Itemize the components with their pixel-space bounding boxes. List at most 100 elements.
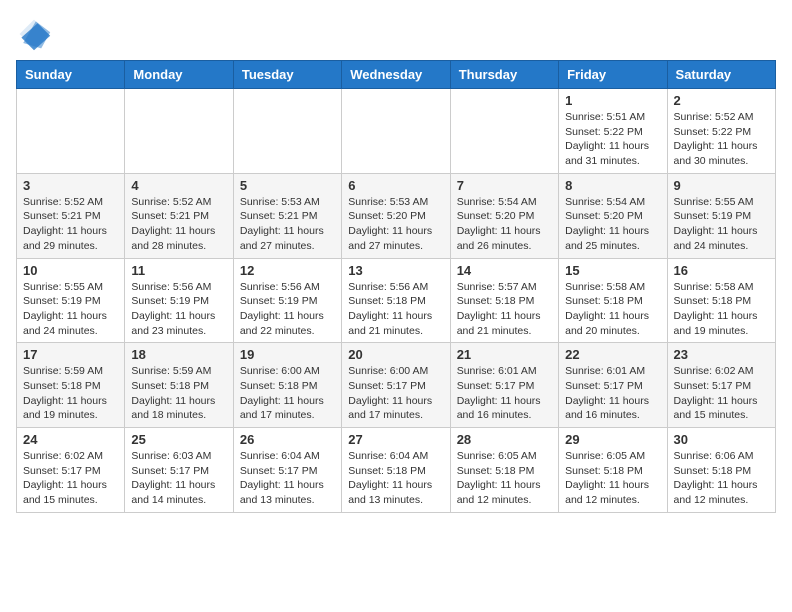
day-header-thursday: Thursday (450, 61, 558, 89)
week-row-2: 3Sunrise: 5:52 AM Sunset: 5:21 PM Daylig… (17, 173, 776, 258)
day-info: Sunrise: 5:58 AM Sunset: 5:18 PM Dayligh… (565, 280, 660, 339)
calendar-cell: 18 Sunrise: 5:59 AM Sunset: 5:18 PM Dayli… (125, 343, 233, 428)
day-info: Sunrise: 5:59 AM Sunset: 5:18 PM Dayligh… (23, 364, 118, 423)
day-info: Sunrise: 5:55 AM Sunset: 5:19 PM Dayligh… (23, 280, 118, 339)
day-number: 18 (131, 347, 226, 362)
day-number: 1 (565, 93, 660, 108)
calendar-cell: 4 Sunrise: 5:52 AM Sunset: 5:21 PM Daylig… (125, 173, 233, 258)
week-row-3: 10 Sunrise: 5:55 AM Sunset: 5:19 PM Dayli… (17, 258, 776, 343)
day-number: 19 (240, 347, 335, 362)
calendar-cell: 9 Sunrise: 5:55 AM Sunset: 5:19 PM Daylig… (667, 173, 775, 258)
calendar-cell: 14Sunrise: 5:57 AM Sunset: 5:18 PM Dayli… (450, 258, 558, 343)
day-number: 9 (674, 178, 769, 193)
calendar-body: 1Sunrise: 5:51 AM Sunset: 5:22 PM Daylig… (17, 89, 776, 513)
calendar-cell: 20 Sunrise: 6:00 AM Sunset: 5:17 PM Dayli… (342, 343, 450, 428)
logo-icon (16, 16, 52, 52)
day-number: 12 (240, 263, 335, 278)
day-number: 28 (457, 432, 552, 447)
calendar-cell: 22 Sunrise: 6:01 AM Sunset: 5:17 PM Dayli… (559, 343, 667, 428)
calendar-cell: 11 Sunrise: 5:56 AM Sunset: 5:19 PM Dayli… (125, 258, 233, 343)
calendar-cell (17, 89, 125, 174)
day-number: 30 (674, 432, 769, 447)
day-number: 17 (23, 347, 118, 362)
day-number: 10 (23, 263, 118, 278)
day-number: 11 (131, 263, 226, 278)
calendar-cell: 13 Sunrise: 5:56 AM Sunset: 5:18 PM Dayli… (342, 258, 450, 343)
calendar-cell: 26Sunrise: 6:04 AM Sunset: 5:17 PM Dayli… (233, 428, 341, 513)
day-info: Sunrise: 6:06 AM Sunset: 5:18 PM Dayligh… (674, 449, 769, 508)
calendar-cell: 30 Sunrise: 6:06 AM Sunset: 5:18 PM Dayli… (667, 428, 775, 513)
day-info: Sunrise: 6:01 AM Sunset: 5:17 PM Dayligh… (457, 364, 552, 423)
day-info: Sunrise: 5:52 AM Sunset: 5:22 PM Dayligh… (674, 110, 769, 169)
day-header-saturday: Saturday (667, 61, 775, 89)
day-info: Sunrise: 5:55 AM Sunset: 5:19 PM Dayligh… (674, 195, 769, 254)
day-number: 16 (674, 263, 769, 278)
day-info: Sunrise: 5:56 AM Sunset: 5:19 PM Dayligh… (131, 280, 226, 339)
day-header-friday: Friday (559, 61, 667, 89)
day-number: 15 (565, 263, 660, 278)
calendar-cell: 17 Sunrise: 5:59 AM Sunset: 5:18 PM Dayli… (17, 343, 125, 428)
day-number: 22 (565, 347, 660, 362)
calendar-cell: 12 Sunrise: 5:56 AM Sunset: 5:19 PM Dayli… (233, 258, 341, 343)
calendar-cell: 8 Sunrise: 5:54 AM Sunset: 5:20 PM Daylig… (559, 173, 667, 258)
day-number: 2 (674, 93, 769, 108)
day-header-sunday: Sunday (17, 61, 125, 89)
calendar-table: SundayMondayTuesdayWednesdayThursdayFrid… (16, 60, 776, 513)
day-number: 21 (457, 347, 552, 362)
day-number: 6 (348, 178, 443, 193)
day-number: 14 (457, 263, 552, 278)
day-info: Sunrise: 6:02 AM Sunset: 5:17 PM Dayligh… (674, 364, 769, 423)
calendar-cell (342, 89, 450, 174)
calendar-cell: 29 Sunrise: 6:05 AM Sunset: 5:18 PM Dayli… (559, 428, 667, 513)
day-info: Sunrise: 5:56 AM Sunset: 5:19 PM Dayligh… (240, 280, 335, 339)
day-header-monday: Monday (125, 61, 233, 89)
day-header-tuesday: Tuesday (233, 61, 341, 89)
day-info: Sunrise: 6:05 AM Sunset: 5:18 PM Dayligh… (457, 449, 552, 508)
day-number: 26 (240, 432, 335, 447)
week-row-1: 1Sunrise: 5:51 AM Sunset: 5:22 PM Daylig… (17, 89, 776, 174)
day-info: Sunrise: 6:04 AM Sunset: 5:18 PM Dayligh… (348, 449, 443, 508)
day-info: Sunrise: 5:52 AM Sunset: 5:21 PM Dayligh… (23, 195, 118, 254)
day-info: Sunrise: 5:53 AM Sunset: 5:20 PM Dayligh… (348, 195, 443, 254)
calendar-cell: 2 Sunrise: 5:52 AM Sunset: 5:22 PM Daylig… (667, 89, 775, 174)
day-info: Sunrise: 5:59 AM Sunset: 5:18 PM Dayligh… (131, 364, 226, 423)
day-number: 29 (565, 432, 660, 447)
day-number: 23 (674, 347, 769, 362)
calendar-cell: 24 Sunrise: 6:02 AM Sunset: 5:17 PM Dayli… (17, 428, 125, 513)
header-row: SundayMondayTuesdayWednesdayThursdayFrid… (17, 61, 776, 89)
calendar-cell: 21 Sunrise: 6:01 AM Sunset: 5:17 PM Dayli… (450, 343, 558, 428)
day-info: Sunrise: 5:53 AM Sunset: 5:21 PM Dayligh… (240, 195, 335, 254)
logo (16, 16, 56, 52)
day-info: Sunrise: 6:00 AM Sunset: 5:18 PM Dayligh… (240, 364, 335, 423)
day-info: Sunrise: 6:02 AM Sunset: 5:17 PM Dayligh… (23, 449, 118, 508)
day-number: 8 (565, 178, 660, 193)
calendar-cell: 25 Sunrise: 6:03 AM Sunset: 5:17 PM Dayli… (125, 428, 233, 513)
calendar-header: SundayMondayTuesdayWednesdayThursdayFrid… (17, 61, 776, 89)
calendar-cell: 7 Sunrise: 5:54 AM Sunset: 5:20 PM Daylig… (450, 173, 558, 258)
day-info: Sunrise: 6:00 AM Sunset: 5:17 PM Dayligh… (348, 364, 443, 423)
calendar-cell: 6 Sunrise: 5:53 AM Sunset: 5:20 PM Daylig… (342, 173, 450, 258)
day-number: 13 (348, 263, 443, 278)
day-number: 20 (348, 347, 443, 362)
day-number: 24 (23, 432, 118, 447)
calendar-cell: 3Sunrise: 5:52 AM Sunset: 5:21 PM Daylig… (17, 173, 125, 258)
day-info: Sunrise: 6:01 AM Sunset: 5:17 PM Dayligh… (565, 364, 660, 423)
day-info: Sunrise: 5:56 AM Sunset: 5:18 PM Dayligh… (348, 280, 443, 339)
day-info: Sunrise: 5:54 AM Sunset: 5:20 PM Dayligh… (457, 195, 552, 254)
day-info: Sunrise: 5:52 AM Sunset: 5:21 PM Dayligh… (131, 195, 226, 254)
calendar-cell: 5 Sunrise: 5:53 AM Sunset: 5:21 PM Daylig… (233, 173, 341, 258)
day-number: 4 (131, 178, 226, 193)
day-info: Sunrise: 5:54 AM Sunset: 5:20 PM Dayligh… (565, 195, 660, 254)
calendar-cell: 23 Sunrise: 6:02 AM Sunset: 5:17 PM Dayli… (667, 343, 775, 428)
day-number: 5 (240, 178, 335, 193)
day-header-wednesday: Wednesday (342, 61, 450, 89)
day-number: 7 (457, 178, 552, 193)
day-info: Sunrise: 6:05 AM Sunset: 5:18 PM Dayligh… (565, 449, 660, 508)
calendar-cell (233, 89, 341, 174)
calendar-cell: 1Sunrise: 5:51 AM Sunset: 5:22 PM Daylig… (559, 89, 667, 174)
calendar-cell: 16Sunrise: 5:58 AM Sunset: 5:18 PM Dayli… (667, 258, 775, 343)
calendar-cell: 10 Sunrise: 5:55 AM Sunset: 5:19 PM Dayli… (17, 258, 125, 343)
calendar-cell: 19 Sunrise: 6:00 AM Sunset: 5:18 PM Dayli… (233, 343, 341, 428)
day-info: Sunrise: 6:03 AM Sunset: 5:17 PM Dayligh… (131, 449, 226, 508)
day-number: 25 (131, 432, 226, 447)
